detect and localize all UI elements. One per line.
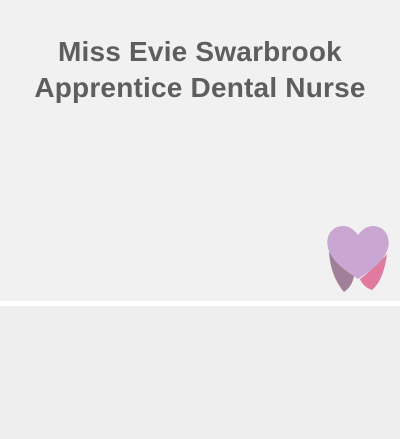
profile-title: Miss Evie Swarbrook Apprentice Dental Nu… xyxy=(0,34,400,106)
profile-name: Miss Evie Swarbrook xyxy=(58,36,342,67)
profile-role: Apprentice Dental Nurse xyxy=(34,72,366,103)
profile-content-area xyxy=(0,306,400,439)
tooth-heart-icon xyxy=(327,226,389,292)
profile-page: Miss Evie Swarbrook Apprentice Dental Nu… xyxy=(0,0,400,439)
